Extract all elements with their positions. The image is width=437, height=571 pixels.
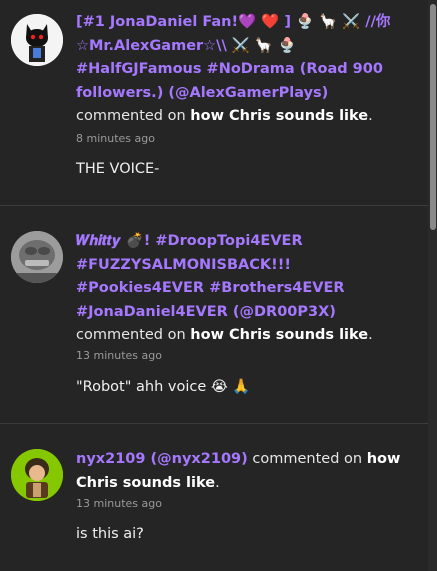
period-text: . [368,108,373,124]
timestamp: 13 minutes ago [76,349,162,362]
username-link[interactable]: #FUZZYSALMONISBACK!!! [76,257,291,273]
avatar-character-icon [11,449,63,501]
period-text: . [215,474,220,491]
comment-header: nyx2109 (@nyx2109) commented on how Chri… [76,448,421,495]
username-link[interactable]: #JonaDaniel4EVER (@DR00P3X) [76,304,336,320]
comment-header: 𝑾𝒉𝒊𝒕𝒕𝒚 💣! #DroopTopi4EVER #FUZZYSALMONIS… [76,230,421,348]
story-link[interactable]: Chris sounds like [76,475,215,491]
timestamp: 8 minutes ago [76,132,155,145]
story-link[interactable]: how [367,451,401,467]
username-link[interactable]: 𝑾𝒉𝒊𝒕𝒕𝒚 💣! #DroopTopi4EVER [76,233,303,249]
username-link[interactable]: #Pookies4EVER #Brothers4EVER [76,280,345,296]
username-link[interactable]: followers.) (@AlexGamerPlays) [76,85,328,101]
username-link[interactable]: [#1 JonaDaniel Fan!💜 ❤️ ] 🍨 🦙 ⚔️ //你 [76,14,390,30]
avatar-photo-icon [11,231,63,283]
comment-header: [#1 JonaDaniel Fan!💜 ❤️ ] 🍨 🦙 ⚔️ //你 ☆Mr… [76,11,421,129]
list-item: nyx2109 (@nyx2109) commented on how Chri… [0,424,428,571]
username-link[interactable]: nyx2109 (@nyx2109) [76,451,248,467]
action-text: commented on [76,327,186,343]
comment-body: THE VOICE- [76,161,160,177]
comment-body: is this ai? [76,526,144,542]
story-link[interactable]: how Chris sounds like [190,108,368,124]
story-link[interactable]: how Chris sounds like [190,327,368,343]
comment-body: "Robot" ahh voice 😭 🙏 [76,379,251,395]
period-text: . [368,327,373,343]
action-text: commented on [76,108,186,124]
timestamp: 13 minutes ago [76,497,162,510]
avatar-cat-icon [11,14,63,66]
avatar[interactable] [11,231,63,283]
scrollbar[interactable] [428,0,437,571]
username-link[interactable]: #HalfGJFamous #NoDrama (Road 900 [76,61,383,77]
list-item: [#1 JonaDaniel Fan!💜 ❤️ ] 🍨 🦙 ⚔️ //你 ☆Mr… [0,0,428,205]
username-link[interactable]: ☆Mr.AlexGamer☆\\ ⚔️ 🦙 🍨 [76,38,296,54]
avatar[interactable] [11,14,63,66]
scrollbar-thumb[interactable] [430,4,436,230]
list-item: 𝑾𝒉𝒊𝒕𝒕𝒚 💣! #DroopTopi4EVER #FUZZYSALMONIS… [0,206,428,423]
action-text: commented on [252,451,363,467]
activity-feed: [#1 JonaDaniel Fan!💜 ❤️ ] 🍨 🦙 ⚔️ //你 ☆Mr… [0,0,428,571]
avatar[interactable] [11,449,63,501]
